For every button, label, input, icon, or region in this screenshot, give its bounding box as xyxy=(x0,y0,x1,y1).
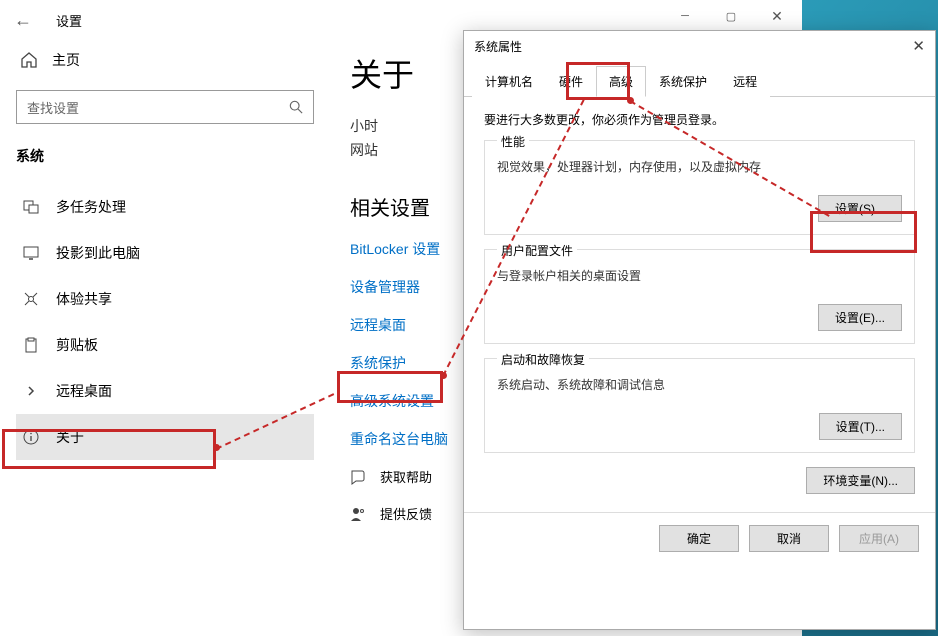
back-button[interactable]: ← xyxy=(14,10,32,31)
home-label: 主页 xyxy=(52,50,80,70)
admin-note: 要进行大多数更改，你必须作为管理员登录。 xyxy=(484,111,915,128)
search-icon xyxy=(289,100,303,114)
cancel-button[interactable]: 取消 xyxy=(749,525,829,552)
arrow-dot xyxy=(440,372,447,379)
group-user-profiles: 用户配置文件 与登录帐户相关的桌面设置 设置(E)... xyxy=(484,249,915,344)
group-title: 启动和故障恢复 xyxy=(497,351,589,368)
close-button[interactable]: ✕ xyxy=(754,0,800,32)
group-desc: 视觉效果，处理器计划，内存使用，以及虚拟内存 xyxy=(497,158,902,175)
group-title: 性能 xyxy=(497,133,529,150)
search-input[interactable]: 查找设置 xyxy=(16,90,314,124)
tab-hardware[interactable]: 硬件 xyxy=(546,66,596,97)
get-help-label: 获取帮助 xyxy=(380,467,432,486)
performance-settings-button[interactable]: 设置(S)... xyxy=(818,195,902,222)
sidebar-item-label: 关于 xyxy=(56,427,84,447)
sidebar-item-shared-experiences[interactable]: 体验共享 xyxy=(16,276,314,322)
arrow-dot xyxy=(627,97,634,104)
project-icon xyxy=(22,245,40,261)
startup-recovery-settings-button[interactable]: 设置(T)... xyxy=(819,413,902,440)
group-startup-recovery: 启动和故障恢复 系统启动、系统故障和调试信息 设置(T)... xyxy=(484,358,915,453)
sidebar-item-label: 远程桌面 xyxy=(56,381,112,401)
share-icon xyxy=(22,291,40,307)
user-profiles-settings-button[interactable]: 设置(E)... xyxy=(818,304,902,331)
apply-button[interactable]: 应用(A) xyxy=(839,525,919,552)
info-icon xyxy=(22,429,40,445)
tab-advanced[interactable]: 高级 xyxy=(596,66,646,97)
sidebar-item-label: 多任务处理 xyxy=(56,197,126,217)
sidebar-item-label: 体验共享 xyxy=(56,289,112,309)
sidebar-item-multitasking[interactable]: 多任务处理 xyxy=(16,184,314,230)
tab-system-protection[interactable]: 系统保护 xyxy=(646,66,720,97)
minimize-button[interactable]: ─ xyxy=(662,0,708,32)
system-properties-dialog: 系统属性 ✕ 计算机名 硬件 高级 系统保护 远程 要进行大多数更改，你必须作为… xyxy=(463,30,936,630)
feedback-icon xyxy=(350,506,366,522)
tab-computer-name[interactable]: 计算机名 xyxy=(472,66,546,97)
clipboard-icon xyxy=(22,337,40,353)
window-title: 设置 xyxy=(56,11,82,30)
home-button[interactable]: 主页 xyxy=(16,40,314,80)
feedback-label: 提供反馈 xyxy=(380,504,432,523)
section-label: 系统 xyxy=(16,146,314,166)
multitask-icon xyxy=(22,199,40,215)
sidebar-item-about[interactable]: 关于 xyxy=(16,414,314,460)
remote-icon xyxy=(22,383,40,399)
group-performance: 性能 视觉效果，处理器计划，内存使用，以及虚拟内存 设置(S)... xyxy=(484,140,915,235)
tab-remote[interactable]: 远程 xyxy=(720,66,770,97)
sidebar-item-label: 剪贴板 xyxy=(56,335,98,355)
sidebar-item-projecting[interactable]: 投影到此电脑 xyxy=(16,230,314,276)
sidebar: 主页 查找设置 系统 多任务处理 投影到此电脑 xyxy=(0,40,330,620)
sidebar-item-label: 投影到此电脑 xyxy=(56,243,140,263)
dialog-close-button[interactable]: ✕ xyxy=(912,37,925,55)
group-desc: 系统启动、系统故障和调试信息 xyxy=(497,376,902,393)
home-icon xyxy=(20,52,38,68)
dialog-title: 系统属性 xyxy=(474,38,522,55)
dialog-tabs: 计算机名 硬件 高级 系统保护 远程 xyxy=(464,65,935,97)
group-desc: 与登录帐户相关的桌面设置 xyxy=(497,267,902,284)
env-vars-button[interactable]: 环境变量(N)... xyxy=(806,467,915,494)
arrow-dot xyxy=(213,444,220,451)
maximize-button[interactable]: ▢ xyxy=(708,0,754,32)
search-placeholder: 查找设置 xyxy=(27,98,289,117)
help-icon xyxy=(350,469,366,485)
sidebar-item-remote-desktop[interactable]: 远程桌面 xyxy=(16,368,314,414)
sidebar-item-clipboard[interactable]: 剪贴板 xyxy=(16,322,314,368)
ok-button[interactable]: 确定 xyxy=(659,525,739,552)
